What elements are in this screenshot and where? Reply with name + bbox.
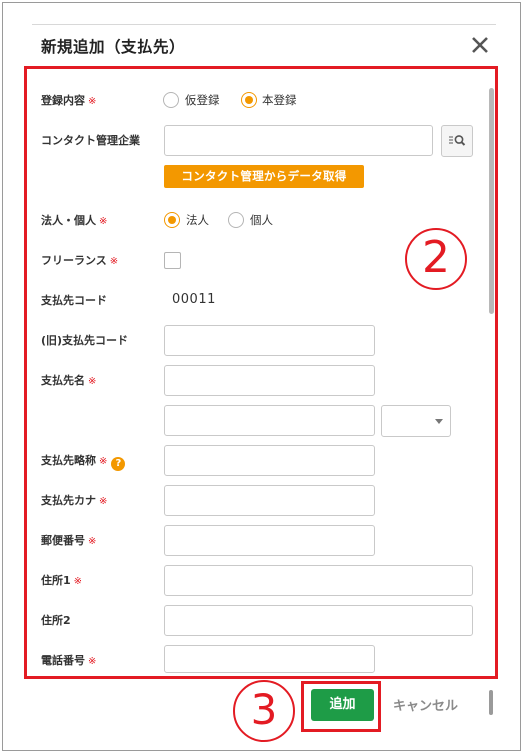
footer-scroll-indicator [489, 690, 493, 715]
cancel-button[interactable]: キャンセル [393, 695, 458, 714]
close-icon[interactable] [469, 34, 491, 56]
dialog-title: 新規追加（支払先） [41, 38, 186, 56]
top-divider [32, 24, 496, 25]
add-button[interactable]: 追加 [311, 689, 374, 721]
step-2-marker: 2 [405, 228, 467, 290]
form-highlight-box [24, 66, 498, 679]
step-3-marker: 3 [233, 680, 295, 742]
